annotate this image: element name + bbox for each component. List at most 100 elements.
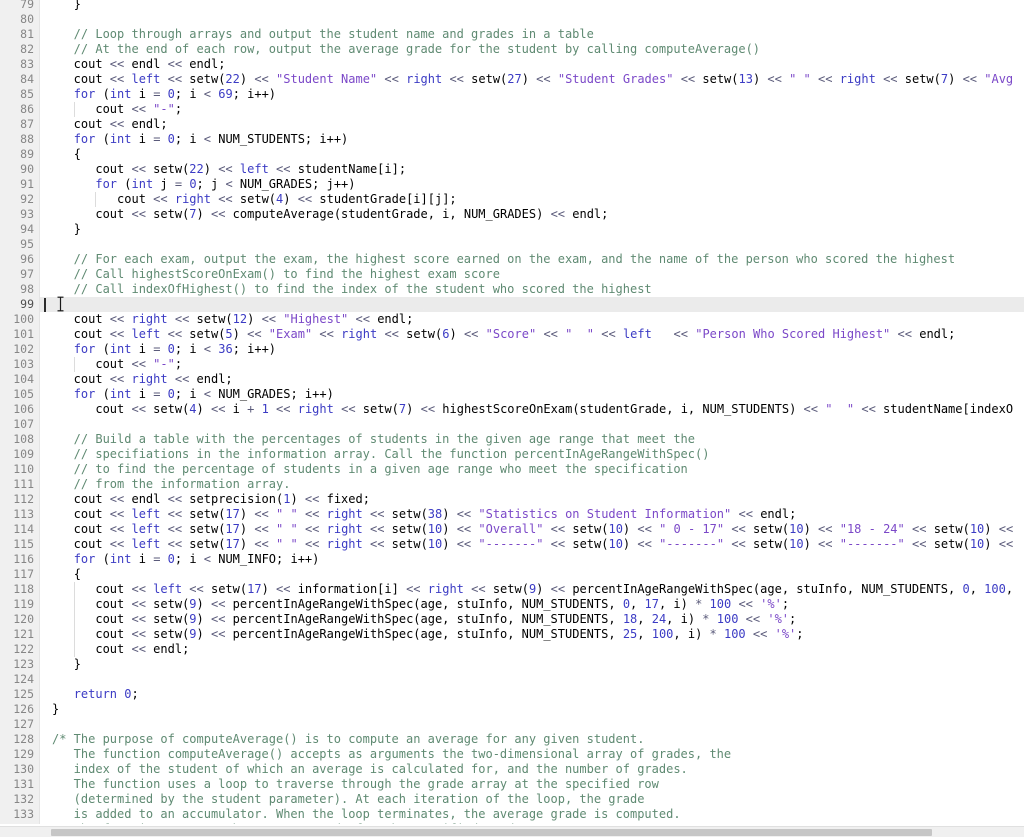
code-line[interactable]: { bbox=[40, 567, 1024, 582]
line-number: 87 bbox=[20, 117, 34, 131]
code-line[interactable]: cout << left << setw(22) << "Student Nam… bbox=[40, 72, 1024, 87]
code-line[interactable]: cout << "-"; bbox=[40, 102, 1024, 117]
code-token-plain: highestScoreOnExam(studentGrade, i, NUM_… bbox=[442, 402, 804, 416]
code-token-op: << bbox=[109, 327, 132, 341]
code-line[interactable]: } bbox=[40, 702, 1024, 717]
code-line[interactable]: for (int j = 0; j < NUM_GRADES; j++) bbox=[40, 177, 1024, 192]
code-line[interactable]: for (int i = 0; i < 36; i++) bbox=[40, 342, 1024, 357]
line-number: 115 bbox=[13, 537, 34, 551]
code-line[interactable] bbox=[40, 672, 1024, 687]
code-token-plain: cout bbox=[52, 582, 132, 596]
code-line[interactable]: // to find the percentage of students in… bbox=[40, 462, 1024, 477]
code-token-plain: cout bbox=[52, 327, 110, 341]
code-token-op: * bbox=[709, 627, 724, 641]
code-line[interactable]: is added to an accumulator. When the loo… bbox=[40, 807, 1024, 822]
code-line[interactable]: cout << endl << setprecision(1) << fixed… bbox=[40, 492, 1024, 507]
code-line[interactable]: // from the information array. bbox=[40, 477, 1024, 492]
code-line[interactable]: /* The purpose of computeAverage() is to… bbox=[40, 732, 1024, 747]
code-token-op: << bbox=[109, 297, 132, 311]
code-token-plain: ; i bbox=[174, 87, 204, 101]
code-editor[interactable]: 79 80 81 82 83 84 85 86 87 88 89 90 91 92 93 94 95 96 97 98… bbox=[0, 0, 1024, 837]
code-token-plain: computeAverage(studentGrade, i, NUM_GRAD… bbox=[232, 207, 551, 221]
code-line[interactable]: } bbox=[40, 657, 1024, 672]
line-number: 127 bbox=[13, 717, 34, 731]
code-line[interactable]: cout << setw(9) << percentInAgeRangeWith… bbox=[40, 612, 1024, 627]
code-token-plain: setw( bbox=[210, 582, 248, 596]
line-number: 102 bbox=[13, 342, 34, 356]
code-token-num: 100 bbox=[723, 627, 746, 641]
horizontal-scrollbar-thumb[interactable] bbox=[51, 829, 932, 836]
code-line[interactable]: cout << endl; bbox=[40, 642, 1024, 657]
code-token-op: << bbox=[174, 312, 197, 326]
code-line[interactable]: cout << setw(7) << computeAverage(studen… bbox=[40, 207, 1024, 222]
code-line[interactable] bbox=[40, 417, 1024, 432]
code-line[interactable] bbox=[40, 717, 1024, 732]
code-token-plain: ) bbox=[984, 522, 999, 536]
code-token-num: 17 bbox=[247, 582, 262, 596]
code-token-str: " " bbox=[565, 327, 595, 341]
code-line[interactable]: } bbox=[40, 222, 1024, 237]
horizontal-scrollbar[interactable] bbox=[0, 826, 1024, 837]
code-line[interactable]: cout << setw(9) << percentInAgeRangeWith… bbox=[40, 627, 1024, 642]
code-token-op: << bbox=[297, 192, 320, 206]
code-line[interactable]: // At the end of each row, output the av… bbox=[40, 42, 1024, 57]
code-viewport[interactable]: } // Loop through arrays and output the … bbox=[40, 0, 1024, 826]
code-line[interactable]: return 0; bbox=[40, 687, 1024, 702]
code-line[interactable]: for (int i = 0; i < NUM_STUDENTS; i++) bbox=[40, 132, 1024, 147]
code-line[interactable]: // Build a table with the percentages of… bbox=[40, 432, 1024, 447]
code-token-num: 0 bbox=[622, 597, 631, 611]
code-line[interactable]: for (int i = 0; i < NUM_INFO; i++) bbox=[40, 552, 1024, 567]
code-line[interactable]: cout << endl << endl; bbox=[40, 57, 1024, 72]
code-token-op: << bbox=[738, 597, 761, 611]
code-line[interactable]: index of the student of which an average… bbox=[40, 762, 1024, 777]
code-token-plain: , i) bbox=[658, 597, 696, 611]
code-token-cmt: // At the end of each row, output the av… bbox=[52, 42, 761, 56]
code-token-plain: ; bbox=[789, 612, 797, 626]
code-line[interactable]: cout << setw(4) << i + 1 << right << set… bbox=[40, 402, 1024, 417]
code-token-str: " " bbox=[789, 72, 811, 86]
line-number: 114 bbox=[13, 522, 34, 536]
code-line[interactable]: // Call indexOfHighest() to find the ind… bbox=[40, 282, 1024, 297]
code-line[interactable]: // For each exam, output the exam, the h… bbox=[40, 252, 1024, 267]
code-line[interactable]: } bbox=[40, 0, 1024, 12]
code-line[interactable]: // Loop through arrays and output the st… bbox=[40, 27, 1024, 42]
code-line[interactable]: The function computeAverage() accepts as… bbox=[40, 747, 1024, 762]
code-line[interactable]: cout << left << setw(17) << " " << right… bbox=[40, 522, 1024, 537]
code-token-op: << bbox=[550, 537, 573, 551]
code-line[interactable]: cout << left << setw(17) << information[… bbox=[40, 582, 1024, 597]
code-token-num: 27 bbox=[507, 72, 522, 86]
code-line[interactable]: cout << endl; bbox=[40, 117, 1024, 132]
code-line[interactable]: (determined by the student parameter). A… bbox=[40, 792, 1024, 807]
code-line[interactable]: cout << "-"; bbox=[40, 357, 1024, 372]
code-line[interactable]: cout << right << setw(4) << studentGrade… bbox=[40, 192, 1024, 207]
code-line[interactable]: for (int i = 0; i < NUM_GRADES; i++) bbox=[40, 387, 1024, 402]
line-number: 103 bbox=[13, 357, 34, 371]
code-token-op: << bbox=[355, 312, 378, 326]
code-line[interactable]: cout << endl; bbox=[40, 297, 1024, 312]
code-token-op: << bbox=[998, 537, 1021, 551]
code-token-op: << bbox=[731, 522, 754, 536]
code-line[interactable]: The function uses a loop to traverse thr… bbox=[40, 777, 1024, 792]
code-token-num: 0 bbox=[124, 687, 132, 701]
code-token-plain: ( bbox=[102, 387, 110, 401]
code-line[interactable] bbox=[40, 12, 1024, 27]
code-token-plain: setw( bbox=[471, 72, 508, 86]
code-line[interactable]: // Call highestScoreOnExam() to find the… bbox=[40, 267, 1024, 282]
code-line[interactable]: { bbox=[40, 147, 1024, 162]
code-line[interactable] bbox=[40, 237, 1024, 252]
code-token-plain: endl; bbox=[189, 57, 226, 71]
code-line[interactable]: cout << right << endl; bbox=[40, 372, 1024, 387]
code-line[interactable]: cout << left << setw(5) << "Exam" << rig… bbox=[40, 327, 1024, 342]
code-line[interactable]: for (int i = 0; i < 69; i++) bbox=[40, 87, 1024, 102]
code-line[interactable]: cout << left << setw(17) << " " << right… bbox=[40, 507, 1024, 522]
code-line[interactable]: // specifiations in the information arra… bbox=[40, 447, 1024, 462]
code-token-op: << bbox=[131, 357, 154, 371]
code-line[interactable]: cout << left << setw(17) << " " << right… bbox=[40, 537, 1024, 552]
code-token-punc: { bbox=[73, 147, 81, 161]
code-line[interactable]: cout << right << setw(12) << "Highest" <… bbox=[40, 312, 1024, 327]
code-line[interactable]: cout << setw(9) << percentInAgeRangeWith… bbox=[40, 597, 1024, 612]
code-token-op: << bbox=[131, 582, 154, 596]
code-line[interactable]: cout << setw(22) << left << studentName[… bbox=[40, 162, 1024, 177]
